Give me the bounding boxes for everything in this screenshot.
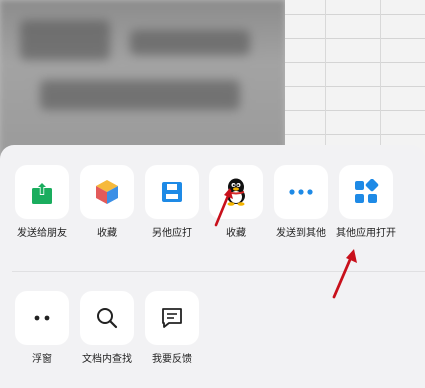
favorite-button[interactable]: 收藏 <box>75 165 139 240</box>
send-to-other-button[interactable]: 发送到其他 <box>269 165 333 240</box>
blurred-page <box>0 0 285 160</box>
qq-favorite-label: 收藏 <box>226 228 246 239</box>
open-in-other-app-tile[interactable] <box>339 165 393 219</box>
favorite-tile[interactable] <box>80 165 134 219</box>
send-to-other-label: 发送到其他 <box>276 228 326 239</box>
share-sheet: 发送给朋友 收藏 另他应打 收藏 发送到其他 其他应用打开 浮窗 文档内查找 我… <box>0 145 425 388</box>
send-to-other-tile[interactable] <box>274 165 328 219</box>
floating-window-icon <box>34 315 50 321</box>
qq-tile[interactable] <box>209 165 263 219</box>
save-as-tile[interactable] <box>145 165 199 219</box>
feedback-button[interactable]: 我要反馈 <box>140 291 204 366</box>
search-icon <box>97 308 118 329</box>
send-to-friend-tile[interactable] <box>15 165 69 219</box>
other-apps-icon <box>355 179 379 203</box>
find-in-document-button[interactable]: 文档内查找 <box>75 291 139 366</box>
open-in-other-app-button[interactable]: 其他应用打开 <box>334 165 398 240</box>
section-divider <box>12 271 425 272</box>
save-disk-icon <box>162 182 182 202</box>
qq-button[interactable]: 收藏 <box>204 165 268 240</box>
more-dots-icon <box>289 189 313 195</box>
floating-window-tile[interactable] <box>15 291 69 345</box>
feedback-tile[interactable] <box>145 291 199 345</box>
open-in-other-app-label: 其他应用打开 <box>336 228 396 239</box>
floating-window-button[interactable]: 浮窗 <box>10 291 74 366</box>
qq-penguin-icon <box>227 178 245 206</box>
save-as-label: 另他应打 <box>152 228 192 239</box>
favorite-label: 收藏 <box>97 228 117 239</box>
spreadsheet-grid <box>285 0 425 160</box>
save-as-button[interactable]: 另他应打 <box>140 165 204 240</box>
find-in-document-tile[interactable] <box>80 291 134 345</box>
send-to-friend-label: 发送给朋友 <box>17 228 67 239</box>
feedback-icon <box>162 308 182 328</box>
favorite-cube-icon <box>96 180 118 204</box>
find-in-document-label: 文档内查找 <box>82 354 132 365</box>
background-document <box>0 0 425 160</box>
floating-window-label: 浮窗 <box>32 354 52 365</box>
feedback-label: 我要反馈 <box>152 354 192 365</box>
share-upload-icon <box>32 181 52 204</box>
send-to-friend-button[interactable]: 发送给朋友 <box>10 165 74 240</box>
